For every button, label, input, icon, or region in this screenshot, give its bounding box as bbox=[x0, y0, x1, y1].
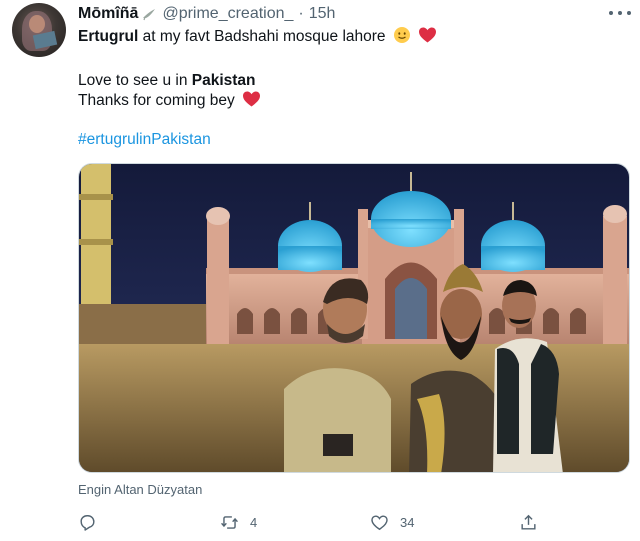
retweet-button[interactable]: 4 bbox=[220, 510, 257, 534]
mosque-night-photo bbox=[79, 164, 629, 472]
tweet-text-line-1: Ertugrul at my favt Badshahi mosque laho… bbox=[78, 26, 618, 48]
share-button[interactable] bbox=[519, 510, 538, 534]
author-name[interactable]: Mōmîñā bbox=[78, 5, 138, 23]
line1-text: at my favt Badshahi mosque lahore bbox=[138, 28, 386, 45]
tweet-photo[interactable] bbox=[78, 163, 630, 473]
red-heart-emoji-icon bbox=[419, 27, 437, 43]
tweet-time[interactable]: 15h bbox=[309, 5, 336, 23]
line3-text: Thanks for coming bey bbox=[78, 92, 235, 109]
reply-icon bbox=[80, 514, 95, 531]
tweet-actions: 4 34 bbox=[78, 510, 548, 534]
heart-icon bbox=[371, 514, 388, 530]
reply-button[interactable] bbox=[78, 510, 97, 534]
share-icon bbox=[521, 514, 536, 530]
dove-icon bbox=[143, 9, 156, 21]
mention-ertugrul: Ertugrul bbox=[78, 28, 139, 45]
media-tag-caption[interactable]: Engin Altan Düzyatan bbox=[78, 482, 202, 497]
tweet-text-line-2: Love to see u in Pakistan bbox=[78, 70, 618, 92]
hashtag-link[interactable]: #ertugrulinPakistan bbox=[78, 131, 211, 149]
avatar-book bbox=[32, 30, 58, 50]
tweet-header: Mōmîñā @prime_creation_ · 15h bbox=[78, 4, 335, 24]
tweet-text-line-3: Thanks for coming bey bbox=[78, 90, 618, 112]
author-handle[interactable]: @prime_creation_ bbox=[162, 5, 293, 23]
header-separator: · bbox=[298, 5, 304, 22]
like-button[interactable]: 34 bbox=[370, 510, 414, 534]
more-options-icon[interactable] bbox=[609, 5, 631, 21]
like-count: 34 bbox=[400, 514, 415, 530]
avatar[interactable] bbox=[12, 3, 66, 57]
retweet-icon bbox=[221, 515, 238, 529]
retweet-count: 4 bbox=[250, 514, 258, 530]
line2-text: Love to see u in bbox=[78, 72, 192, 89]
red-heart-emoji-icon bbox=[243, 91, 261, 107]
line2-bold: Pakistan bbox=[191, 72, 256, 89]
avatar-face bbox=[29, 15, 45, 33]
smiling-face-emoji-icon bbox=[393, 27, 410, 43]
